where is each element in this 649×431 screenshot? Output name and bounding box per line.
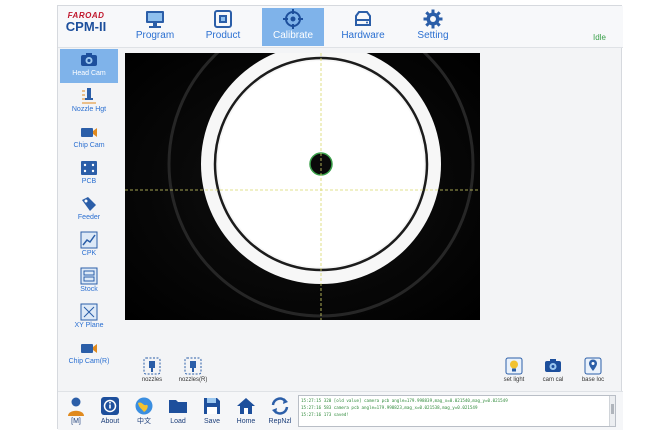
home-icon [237, 398, 255, 414]
sidebar-item-feeder[interactable]: Feeder [60, 193, 118, 227]
sidebar-item-label: Feeder [77, 214, 101, 221]
sidebar-item-label: Chip Cam(R) [68, 358, 110, 365]
home-label: Home [236, 418, 256, 425]
sidebar-item-label: CPK [81, 250, 97, 257]
tab-label: Setting [417, 30, 449, 41]
tab-label: Product [205, 30, 241, 41]
nozzles-button[interactable]: nozzles [138, 356, 166, 384]
cpk-icon [80, 231, 98, 249]
sidebar-item-label: Stock [80, 286, 98, 293]
cam-cal-label: cam cal [542, 377, 564, 383]
sidebar-item-nozzle-hgt[interactable]: Nozzle Hgt [60, 85, 118, 119]
pcb-icon [81, 161, 97, 175]
brand-logo: FAROAD CPM-II [60, 11, 112, 34]
set-light-button[interactable]: set light [500, 356, 528, 384]
monitor-icon [146, 11, 164, 28]
video-camera-icon [81, 344, 97, 353]
tab-program[interactable]: Program [124, 8, 186, 46]
about-button[interactable]: About [96, 395, 124, 426]
base-loc-button[interactable]: base loc [578, 356, 608, 384]
sidebar-item-chip-cam[interactable]: Chip Cam [60, 121, 118, 155]
stock-icon [80, 267, 98, 285]
log-line: 15:27:16 173 saved! [301, 412, 349, 417]
nozzles-label: nozzles [141, 377, 163, 383]
user-label: [M] [71, 418, 81, 425]
sidebar-item-chip-cam-r[interactable]: Chip Cam(R) [60, 337, 118, 367]
load-button[interactable]: Load [164, 395, 192, 426]
sidebar-item-xy-plane[interactable]: XY Plane [60, 301, 118, 335]
sidebar-item-stock[interactable]: Stock [60, 265, 118, 299]
log-panel[interactable]: 15:27:15 320 [old value] camera pcb angl… [298, 395, 616, 427]
calibrate-sidebar: Head Cam Nozzle Hgt Chip Cam PCB Feeder … [58, 49, 120, 365]
app-window: FAROAD CPM-II Program Product Calibrate … [57, 5, 623, 430]
sidebar-item-label: Head Cam [72, 70, 106, 77]
camera-icon [81, 53, 97, 66]
cam-cal-button[interactable]: cam cal [539, 356, 567, 384]
sidebar-item-cpk[interactable]: CPK [60, 229, 118, 263]
log-line: 15:27:16 583 camera pcb angle=179.998823… [301, 405, 478, 410]
tab-label: Calibrate [272, 30, 314, 41]
tab-product[interactable]: Product [192, 8, 254, 46]
sidebar-item-label: PCB [81, 178, 97, 185]
language-icon [135, 397, 153, 415]
camera-view[interactable] [125, 53, 480, 320]
camera-icon [545, 359, 561, 372]
top-toolbar: FAROAD CPM-II Program Product Calibrate … [58, 6, 623, 48]
language-button[interactable]: 中文 [130, 395, 158, 426]
video-camera-icon [81, 128, 97, 137]
tab-setting[interactable]: Setting [402, 8, 464, 46]
tab-label: Hardware [341, 30, 385, 41]
replace-nozzle-button[interactable]: RepNzl [265, 395, 295, 426]
save-button[interactable]: Save [198, 395, 226, 426]
tab-label: Program [135, 30, 175, 41]
sidebar-item-label: Chip Cam [73, 142, 105, 149]
folder-icon [169, 400, 187, 413]
tab-hardware[interactable]: Hardware [332, 8, 394, 46]
location-pin-icon [584, 357, 602, 375]
feeder-icon [82, 197, 96, 211]
gear-icon [423, 9, 443, 29]
user-button[interactable]: [M] [62, 395, 90, 426]
drive-icon [355, 11, 371, 26]
nozzles-r-button[interactable]: nozzles(R) [176, 356, 210, 384]
save-label: Save [204, 418, 220, 425]
user-icon [68, 397, 84, 416]
brand-model: CPM-II [65, 19, 107, 34]
log-scrollbar[interactable] [609, 396, 615, 426]
log-line: 15:27:15 320 [old value] camera pcb angl… [301, 398, 508, 403]
chip-board-icon [214, 10, 232, 28]
crosshair-icon [283, 9, 303, 29]
tab-calibrate[interactable]: Calibrate [262, 8, 324, 46]
bottom-toolbar: [M] About 中文 Load Save Home RepNzl 15:27… [58, 391, 623, 430]
home-button[interactable]: Home [232, 395, 260, 426]
sidebar-item-label: Nozzle Hgt [71, 106, 107, 113]
camera-image [125, 53, 480, 320]
status-text: Idle [593, 33, 606, 42]
scrollbar-thumb[interactable] [611, 404, 614, 414]
base-loc-label: base loc [581, 377, 605, 383]
nozzle-height-icon [82, 88, 96, 104]
sidebar-item-label: XY Plane [74, 322, 104, 329]
sidebar-item-head-cam[interactable]: Head Cam [60, 49, 118, 83]
info-icon [101, 397, 119, 415]
about-label: About [100, 418, 120, 425]
replace-nozzle-label: RepNzl [268, 418, 292, 425]
set-light-label: set light [503, 377, 525, 383]
replace-nozzle-icon [271, 397, 289, 415]
load-label: Load [170, 418, 186, 425]
nozzles-r-label: nozzles(R) [178, 377, 208, 383]
xy-plane-icon [80, 303, 98, 321]
nozzle-icon [184, 357, 202, 375]
light-bulb-icon [505, 357, 523, 375]
language-label: 中文 [137, 418, 151, 425]
sidebar-item-pcb[interactable]: PCB [60, 157, 118, 191]
nozzle-icon [143, 357, 161, 375]
save-icon [204, 398, 220, 414]
